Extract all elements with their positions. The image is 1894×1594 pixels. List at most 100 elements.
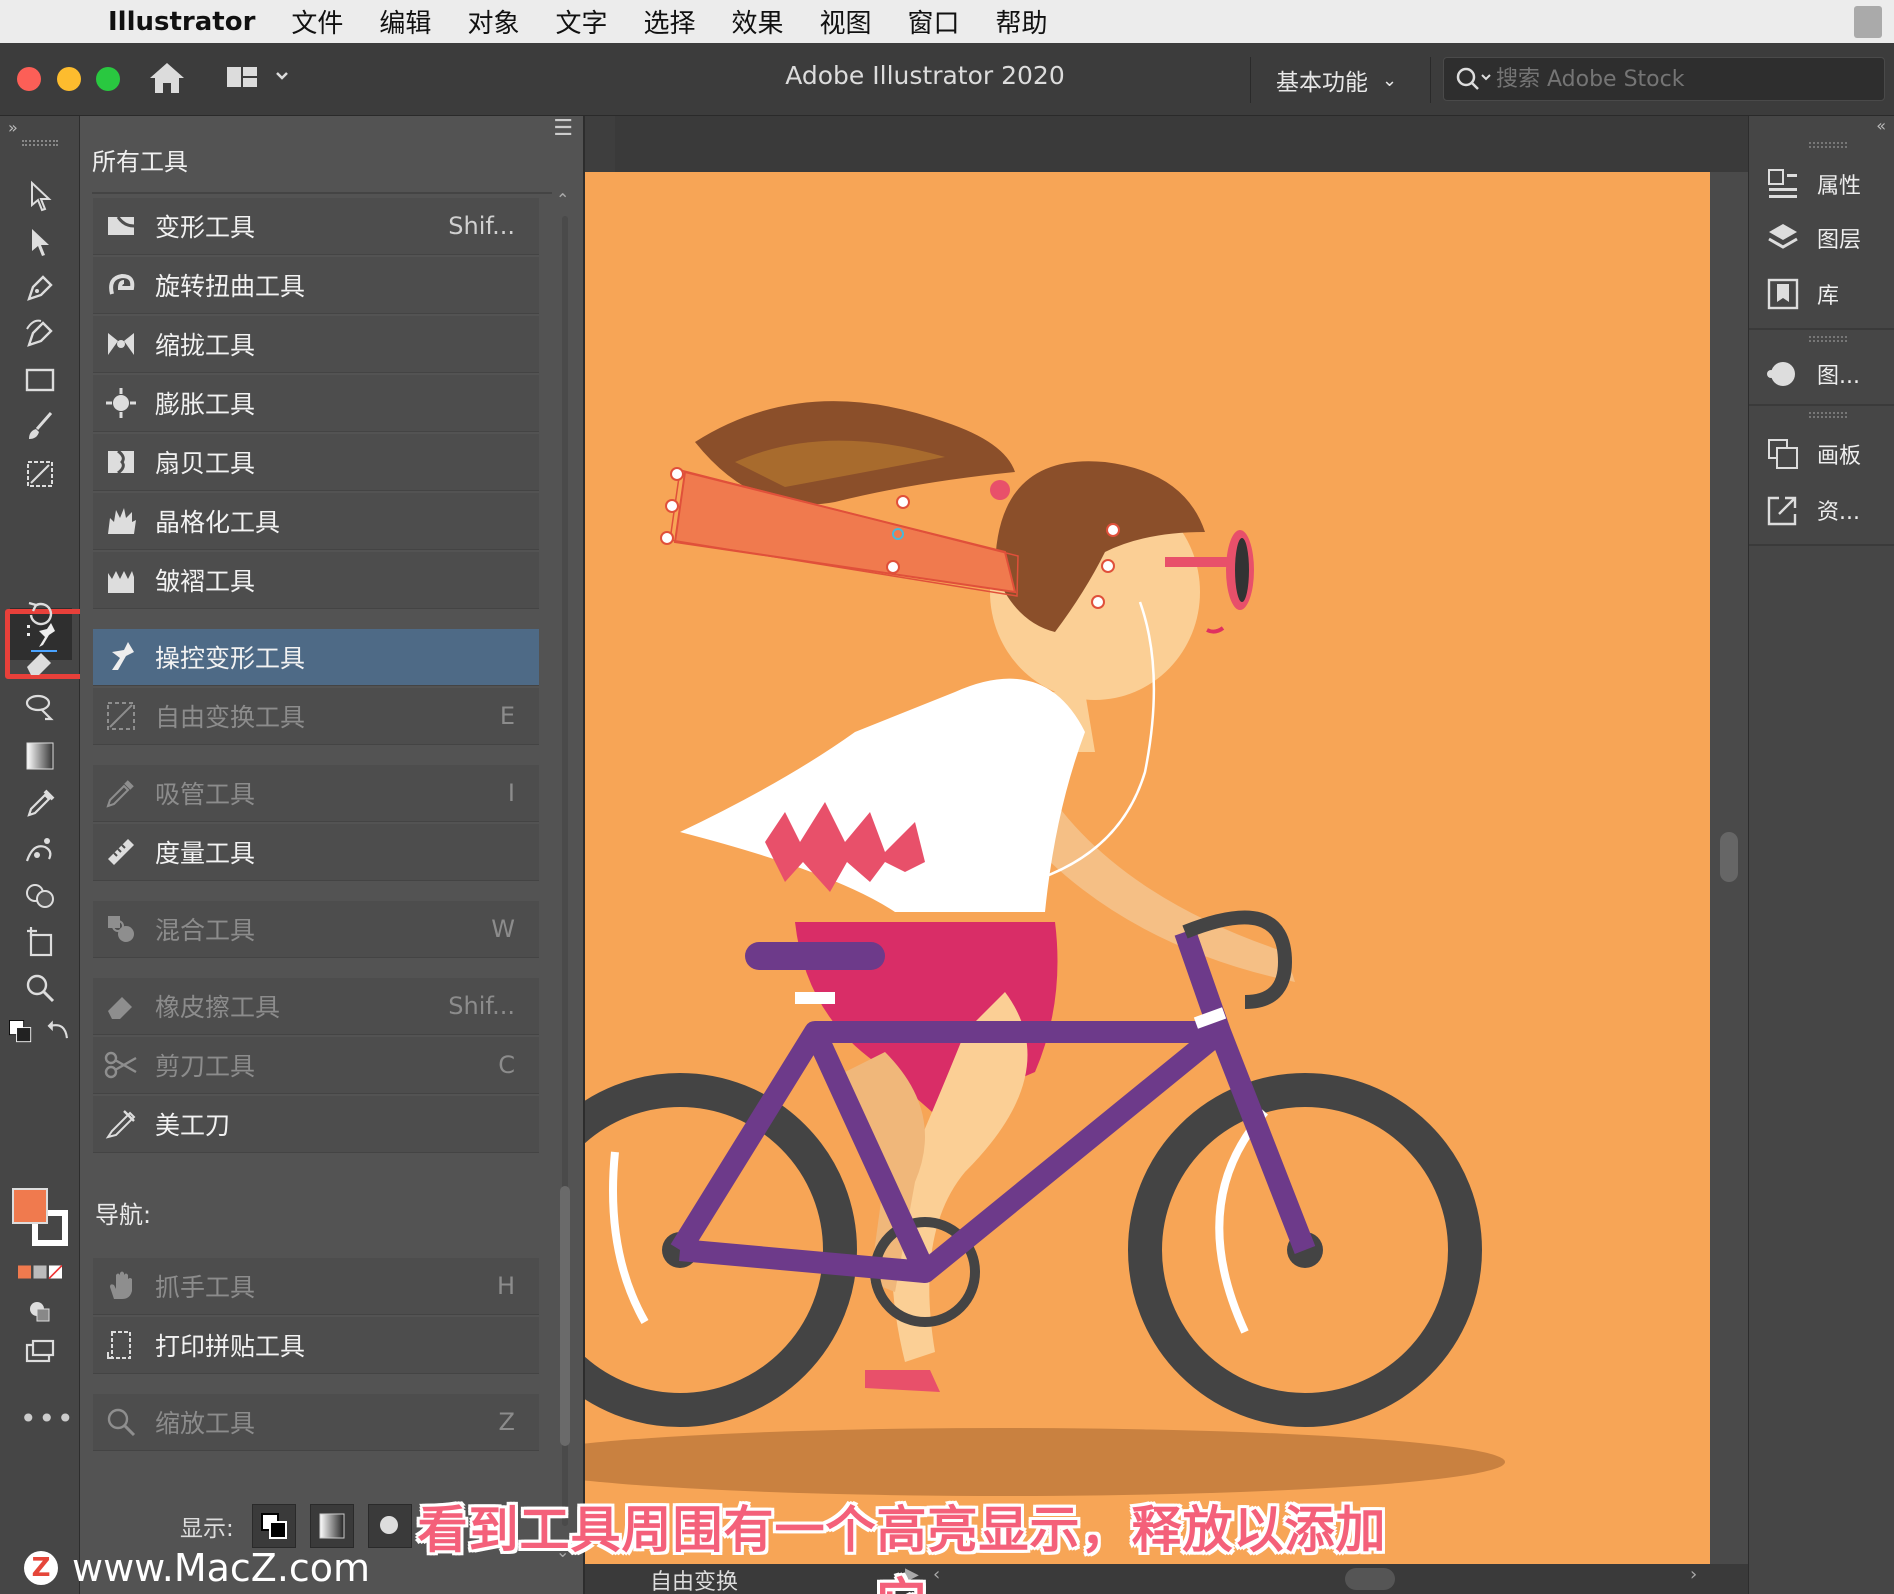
- panel-menu-icon[interactable]: ☰: [553, 116, 573, 141]
- display-draw-mode-button[interactable]: [367, 1504, 412, 1548]
- panel-graphic-styles[interactable]: 图...: [1765, 352, 1889, 396]
- scroll-right-icon[interactable]: ›: [1690, 1564, 1697, 1585]
- cyclist-illustration[interactable]: [585, 172, 1710, 1564]
- canvas-area[interactable]: [585, 116, 1748, 1564]
- lasso-tool[interactable]: [18, 688, 62, 728]
- direct-selection-tool[interactable]: [18, 222, 62, 262]
- selection-handle[interactable]: [1101, 559, 1115, 573]
- zoom-window-button[interactable]: [96, 67, 120, 91]
- default-colors-button[interactable]: [6, 1012, 36, 1052]
- collapse-dock-icon[interactable]: «: [1876, 116, 1886, 135]
- selection-handle[interactable]: [660, 531, 674, 545]
- eraser-tool[interactable]: [18, 642, 62, 682]
- tool-list-item[interactable]: 剪刀工具 C: [93, 1037, 539, 1094]
- menu-window[interactable]: 窗口: [908, 3, 960, 40]
- menu-app-name[interactable]: Illustrator: [108, 7, 255, 37]
- display-fill-stroke-button[interactable]: [251, 1504, 296, 1548]
- shape-builder-tool[interactable]: [18, 876, 62, 916]
- selection-handle[interactable]: [886, 560, 900, 574]
- tool-list-item[interactable]: 混合工具 W: [93, 901, 539, 958]
- zoom-tool[interactable]: [18, 968, 62, 1008]
- selection-tool[interactable]: [18, 176, 62, 216]
- menu-effect[interactable]: 效果: [731, 3, 783, 40]
- tool-list-item[interactable]: 变形工具 Shif...: [93, 198, 539, 255]
- panel-layers[interactable]: 图层: [1765, 216, 1889, 260]
- menu-object[interactable]: 对象: [467, 3, 519, 40]
- selection-handle[interactable]: [1106, 523, 1120, 537]
- tool-list-item[interactable]: 自由变换工具 E: [93, 688, 539, 745]
- adobe-stock-search[interactable]: [1443, 57, 1885, 101]
- selection-handle[interactable]: [896, 495, 910, 509]
- artboard[interactable]: [585, 172, 1710, 1564]
- scroll-thumb[interactable]: [560, 1186, 570, 1446]
- scroll-up-icon[interactable]: ⌃: [556, 190, 569, 209]
- dock-grip[interactable]: [1809, 142, 1847, 148]
- tool-list-item[interactable]: 旋转扭曲工具: [93, 257, 539, 314]
- selection-handle[interactable]: [665, 499, 679, 513]
- tool-list-item[interactable]: 吸管工具 I: [93, 765, 539, 822]
- canvas-scroll-thumb[interactable]: [1720, 832, 1738, 882]
- menu-type[interactable]: 文字: [555, 3, 607, 40]
- menubar-status-item[interactable]: [1854, 6, 1882, 38]
- tool-label: 美工刀: [155, 1111, 231, 1140]
- draw-mode-button[interactable]: [18, 1292, 62, 1332]
- menu-view[interactable]: 视图: [820, 3, 872, 40]
- eyedropper-tool[interactable]: [18, 782, 62, 822]
- symbol-sprayer-tool[interactable]: [18, 830, 62, 870]
- paintbrush-tool[interactable]: [18, 406, 62, 446]
- panel-libraries[interactable]: 库: [1765, 272, 1889, 316]
- tool-list-item[interactable]: 度量工具: [93, 824, 539, 881]
- pen-tool[interactable]: [18, 268, 62, 308]
- menu-file[interactable]: 文件: [291, 3, 343, 40]
- minimize-window-button[interactable]: [57, 67, 81, 91]
- arrange-documents-icon[interactable]: [225, 63, 295, 93]
- menu-help[interactable]: 帮助: [996, 3, 1048, 40]
- artboard-tool[interactable]: [18, 922, 62, 962]
- swap-colors-button[interactable]: [44, 1012, 74, 1052]
- tool-list-item[interactable]: 扇贝工具: [93, 434, 539, 491]
- selection-handle[interactable]: [670, 467, 684, 481]
- rotate-tool[interactable]: [18, 594, 62, 634]
- curvature-tool[interactable]: [18, 314, 62, 354]
- tool-label: 剪刀工具: [155, 1052, 256, 1081]
- edit-toolbar-more-icon[interactable]: •••: [20, 1402, 76, 1435]
- tool-list-item[interactable]: 美工刀: [93, 1096, 539, 1153]
- tool-list-item[interactable]: 晶格化工具: [93, 493, 539, 550]
- tool-list-item[interactable]: 缩拢工具: [93, 316, 539, 373]
- free-transform-tool[interactable]: [18, 454, 62, 494]
- tool-list-item[interactable]: 打印拼贴工具: [93, 1317, 539, 1374]
- tool-list-item[interactable]: 缩放工具 Z: [93, 1394, 539, 1451]
- dock-grip[interactable]: [1809, 412, 1847, 418]
- tool-label: 吸管工具: [155, 780, 256, 809]
- close-window-button[interactable]: [17, 67, 41, 91]
- gradient-tool[interactable]: [18, 736, 62, 776]
- pen-icon: [27, 275, 53, 301]
- panel-properties[interactable]: 属性: [1765, 162, 1889, 206]
- asset-export-icon: [1767, 496, 1797, 526]
- drawer-scrollbar[interactable]: ⌃ ⌄: [552, 186, 580, 1566]
- tool-list-item[interactable]: 膨胀工具: [93, 375, 539, 432]
- stock-search-input[interactable]: [1496, 66, 1866, 92]
- toolbar-grip[interactable]: [22, 140, 58, 146]
- tool-list-item[interactable]: 抓手工具 H: [93, 1258, 539, 1315]
- menu-edit[interactable]: 编辑: [379, 3, 431, 40]
- canvas-vertical-scrollbar[interactable]: [1710, 172, 1748, 1564]
- dock-grip[interactable]: [1809, 336, 1847, 342]
- screen-mode-button[interactable]: [18, 1332, 62, 1372]
- document-tab[interactable]: [585, 116, 615, 172]
- menu-select[interactable]: 选择: [643, 3, 695, 40]
- home-icon[interactable]: [148, 61, 186, 95]
- tool-list-item[interactable]: 橡皮擦工具 Shif...: [93, 978, 539, 1035]
- rotate-icon: [28, 601, 53, 626]
- rectangle-tool[interactable]: [18, 360, 62, 400]
- workspace-switcher[interactable]: 基本功能 ⌄: [1276, 63, 1397, 97]
- display-gradient-button[interactable]: [309, 1504, 354, 1548]
- tool-list-item[interactable]: 操控变形工具: [93, 629, 539, 686]
- collapse-toolbar-icon[interactable]: »: [8, 118, 18, 137]
- tool-list-item[interactable]: 皱褶工具: [93, 552, 539, 609]
- fill-swatch[interactable]: [12, 1188, 48, 1224]
- selection-handle[interactable]: [1091, 595, 1105, 609]
- panel-artboards[interactable]: 画板: [1765, 432, 1889, 476]
- color-mode-buttons[interactable]: [18, 1252, 62, 1292]
- panel-asset-export[interactable]: 资...: [1765, 488, 1889, 532]
